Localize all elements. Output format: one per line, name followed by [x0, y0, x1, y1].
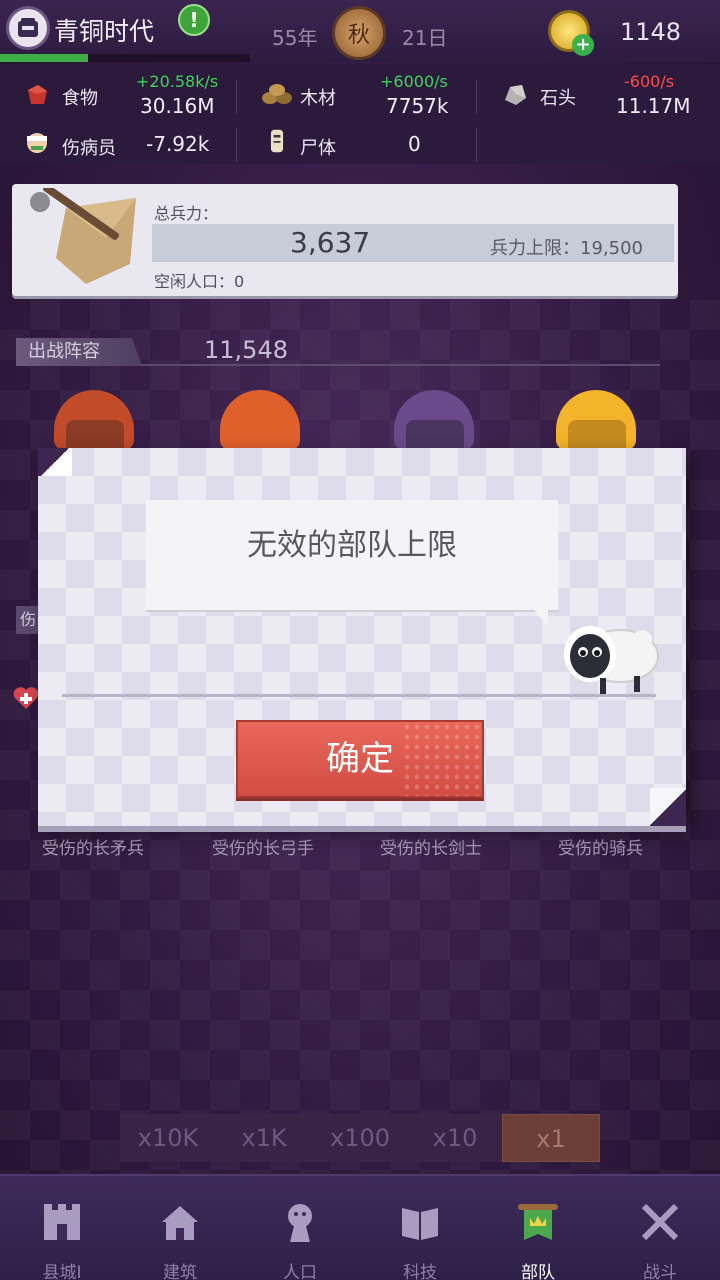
confirm-button-label: 确定: [326, 739, 394, 779]
confirm-button[interactable]: 确定: [236, 720, 484, 798]
page-curl: [650, 788, 686, 826]
page-curl: [38, 448, 72, 476]
dialog-message: 无效的部队上限: [247, 528, 457, 563]
dialog-divider: [62, 694, 656, 697]
speech-bubble-tail: [532, 608, 548, 626]
button-pattern: [402, 722, 482, 796]
sheep-mascot-icon: [564, 626, 659, 694]
game-screen: 青铜时代 ! 55年 秋 21日 + 1148 食物 +20.58k/s 30.…: [0, 0, 720, 1280]
